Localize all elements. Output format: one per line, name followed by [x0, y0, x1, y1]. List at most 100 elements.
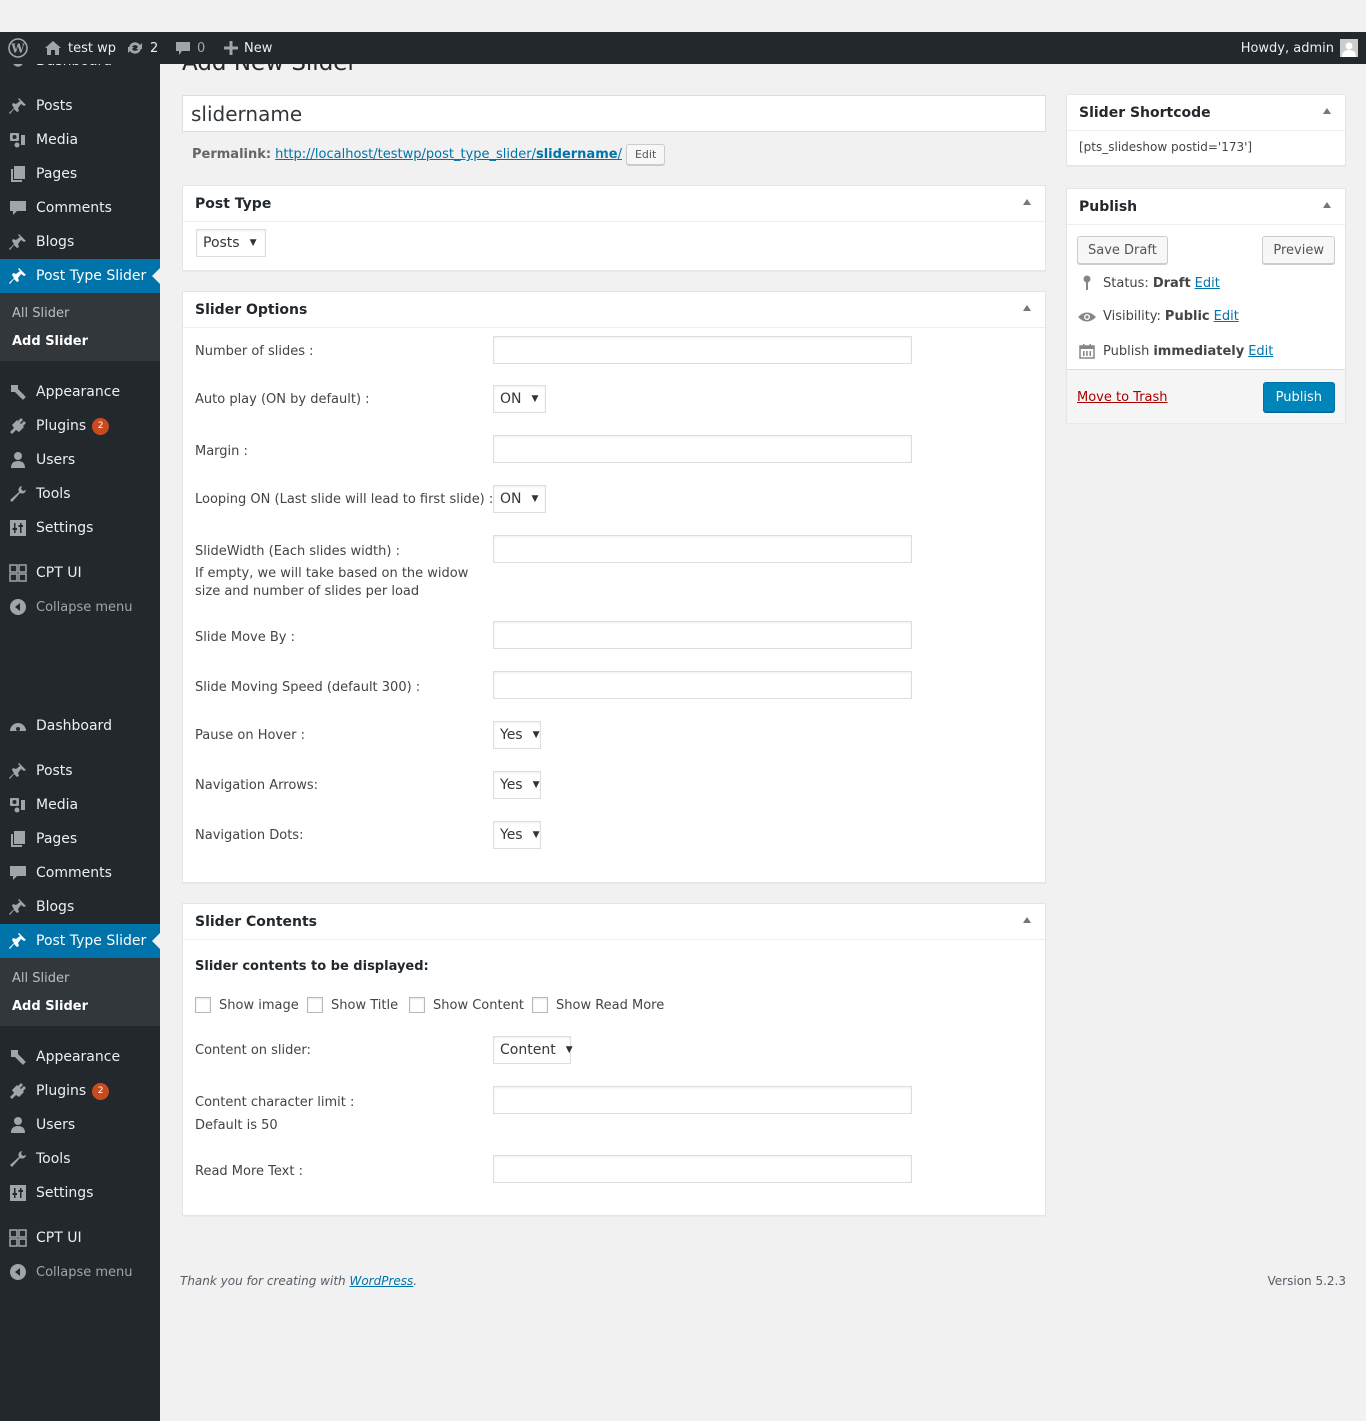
new-content-link[interactable]: New — [224, 32, 272, 64]
collapse-arrow-icon[interactable] — [1023, 305, 1031, 311]
read-more-text-input[interactable] — [493, 1155, 912, 1183]
sidebar-item-posts[interactable]: Posts — [0, 754, 160, 788]
post-type-header[interactable]: Post Type — [183, 186, 1045, 222]
show-content-checkbox[interactable]: Show Content — [409, 997, 524, 1013]
slider-options-header[interactable]: Slider Options — [183, 292, 1045, 328]
publish-button[interactable]: Publish — [1262, 382, 1335, 412]
sidebar-item-users[interactable]: Users — [0, 1108, 160, 1142]
nav-arrows-select[interactable]: Yes ▼ — [493, 771, 541, 799]
edit-visibility-link[interactable]: Edit — [1214, 309, 1239, 324]
edit-status-link[interactable]: Edit — [1195, 276, 1220, 291]
sidebar-item-appearance[interactable]: Appearance — [0, 1040, 160, 1074]
slide-move-by-input[interactable] — [493, 621, 912, 649]
sidebar-item-users[interactable]: Users — [0, 443, 160, 477]
sidebar-item-posts[interactable]: Posts — [0, 89, 160, 123]
nav-dots-select[interactable]: Yes ▼ — [493, 821, 541, 849]
collapse-arrow-icon[interactable] — [1023, 199, 1031, 205]
sidebar-item-blogs[interactable]: Blogs — [0, 225, 160, 259]
post-title-input[interactable]: slidername — [182, 95, 1046, 132]
sidebar-item-settings[interactable]: Settings — [0, 1176, 160, 1210]
save-draft-button[interactable]: Save Draft — [1077, 236, 1168, 264]
sidebar-item-post-type-slider[interactable]: Post Type Slider — [0, 924, 160, 958]
admin-bar: W test wp 2 0 New Howdy, admin — [0, 32, 1366, 64]
slide-width-input[interactable] — [493, 535, 912, 563]
edit-permalink-button[interactable]: Edit — [625, 144, 666, 165]
sidebar-item-appearance[interactable]: Appearance — [0, 375, 160, 409]
sidebar-item-cpt-ui[interactable]: CPT UI — [0, 556, 160, 590]
account-menu[interactable]: Howdy, admin — [1241, 32, 1358, 64]
slide-speed-label: Slide Moving Speed (default 300) : — [195, 680, 421, 695]
permalink-row: Permalink: http://localhost/testwp/post_… — [192, 144, 666, 165]
auto-play-select[interactable]: ON ▼ — [493, 385, 546, 413]
edit-publish-time-link[interactable]: Edit — [1248, 344, 1273, 359]
dropdown-arrow-icon: ▼ — [531, 494, 539, 504]
sidebar-item-settings[interactable]: Settings — [0, 511, 160, 545]
users-icon — [0, 451, 36, 469]
submenu-item-all-slider[interactable]: All Slider — [12, 306, 69, 321]
post-type-slider-icon — [0, 932, 36, 950]
sidebar-item-tools[interactable]: Tools — [0, 477, 160, 511]
sidebar-item-media[interactable]: Media — [0, 788, 160, 822]
sidebar-item-blogs[interactable]: Blogs — [0, 890, 160, 924]
publish-box: Publish Save Draft Preview Status: Draft E… — [1066, 188, 1346, 423]
sidebar-item-tools[interactable]: Tools — [0, 1142, 160, 1176]
collapse-arrow-icon[interactable] — [1023, 917, 1031, 923]
blogs-icon — [0, 233, 36, 251]
preview-button[interactable]: Preview — [1262, 236, 1335, 264]
sidebar-item-post-type-slider[interactable]: Post Type Slider — [0, 259, 160, 293]
pause-on-hover-select[interactable]: Yes ▼ — [493, 721, 541, 749]
howdy-greeting: Howdy, admin — [1240, 40, 1334, 56]
tools-icon — [0, 1150, 36, 1168]
char-limit-input[interactable] — [493, 1086, 912, 1114]
comments-icon — [0, 864, 36, 882]
sidebar-item-pages[interactable]: Pages — [0, 157, 160, 191]
sidebar-item-label: Plugins — [36, 418, 87, 434]
sidebar-item-label: Collapse menu — [36, 599, 133, 615]
sidebar-item-label: Tools — [36, 486, 71, 502]
slide-width-label: SlideWidth (Each slides width) : — [195, 544, 400, 559]
media-icon — [0, 796, 36, 814]
checkbox-box[interactable] — [307, 997, 323, 1013]
dropdown-arrow-icon: ▼ — [532, 780, 540, 790]
slider-contents-header[interactable]: Slider Contents — [183, 904, 1045, 940]
slide-speed-input[interactable] — [493, 671, 912, 699]
sidebar-item-label: Blogs — [36, 234, 75, 250]
checkbox-box[interactable] — [195, 997, 211, 1013]
move-to-trash-link[interactable]: Move to Trash — [1077, 390, 1168, 405]
sidebar-item-dashboard[interactable]: Dashboard — [0, 709, 160, 743]
slider-options-box: Slider Options Number of slides : Auto p… — [182, 291, 1046, 883]
sidebar-item-comments[interactable]: Comments — [0, 856, 160, 890]
sidebar-item-media[interactable]: Media — [0, 123, 160, 157]
updates-link[interactable]: 2 — [126, 32, 158, 64]
collapse-menu-button[interactable]: Collapse menu — [0, 590, 160, 624]
submenu-item-add-slider[interactable]: Add Slider — [12, 999, 88, 1014]
post-type-select[interactable]: Posts ▼ — [196, 229, 266, 257]
show-image-checkbox[interactable]: Show image — [195, 997, 299, 1013]
sidebar-item-cpt-ui[interactable]: CPT UI — [0, 1221, 160, 1255]
wordpress-logo-menu[interactable]: W — [8, 32, 34, 64]
site-name-link[interactable]: test wp — [44, 32, 116, 64]
collapse-arrow-icon[interactable] — [1323, 202, 1331, 208]
show-read-more-checkbox[interactable]: Show Read More — [532, 997, 664, 1013]
sidebar-item-comments[interactable]: Comments — [0, 191, 160, 225]
updates-count: 2 — [150, 40, 159, 56]
publish-header[interactable]: Publish — [1067, 189, 1345, 225]
margin-input[interactable] — [493, 435, 912, 463]
checkbox-box[interactable] — [532, 997, 548, 1013]
permalink-link[interactable]: http://localhost/testwp/post_type_slider… — [275, 147, 622, 162]
submenu-item-all-slider[interactable]: All Slider — [12, 971, 69, 986]
sidebar-item-plugins[interactable]: Plugins 2 — [0, 409, 160, 443]
sidebar-item-pages[interactable]: Pages — [0, 822, 160, 856]
show-title-checkbox[interactable]: Show Title — [307, 997, 398, 1013]
looping-select[interactable]: ON ▼ — [493, 485, 546, 513]
submenu-item-add-slider[interactable]: Add Slider — [12, 334, 88, 349]
collapse-arrow-icon[interactable] — [1323, 108, 1331, 114]
shortcode-header[interactable]: Slider Shortcode — [1067, 95, 1345, 131]
collapse-menu-button[interactable]: Collapse menu — [0, 1255, 160, 1289]
checkbox-box[interactable] — [409, 997, 425, 1013]
wordpress-link[interactable]: WordPress — [349, 1274, 413, 1288]
comments-link[interactable]: 0 — [175, 32, 205, 64]
number-of-slides-input[interactable] — [493, 336, 912, 364]
sidebar-item-plugins[interactable]: Plugins 2 — [0, 1074, 160, 1108]
content-on-slider-select[interactable]: Content ▼ — [493, 1036, 573, 1064]
